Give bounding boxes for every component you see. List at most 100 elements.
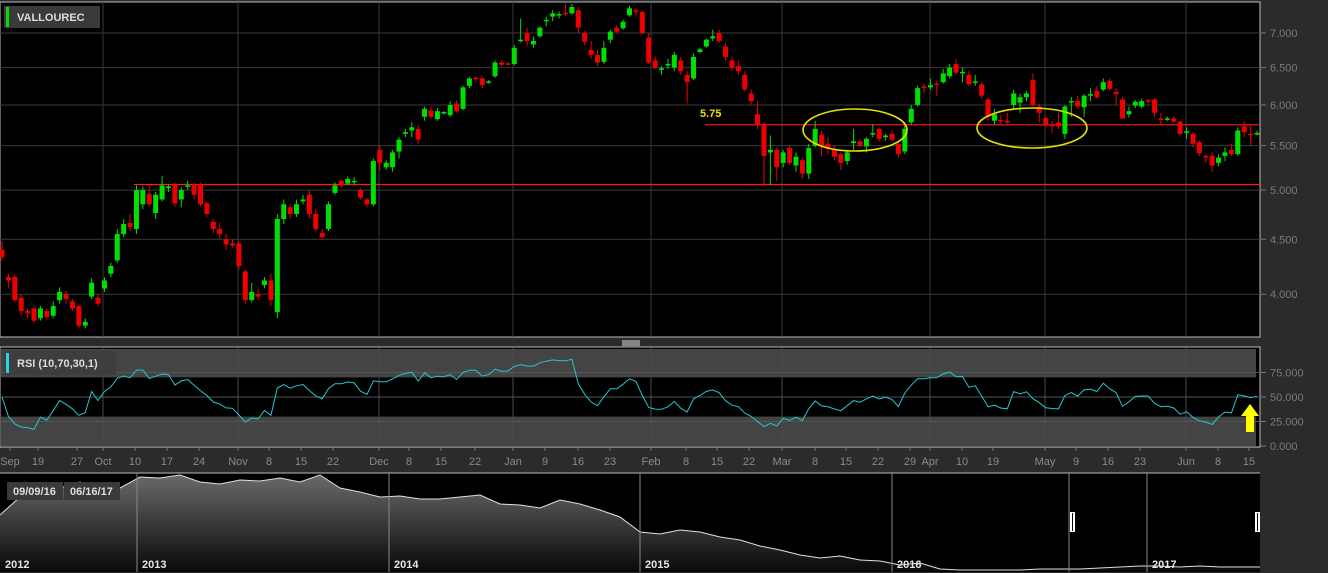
candle-body (908, 108, 914, 123)
candle-body (966, 74, 972, 85)
candle-body (1017, 97, 1023, 103)
date-axis-label: Oct (94, 456, 111, 468)
candle-body (146, 193, 152, 205)
candle-body (1164, 118, 1170, 120)
candle-body (1075, 101, 1081, 107)
date-axis-label: 15 (1243, 456, 1255, 468)
price-axis-label: 4.500 (1270, 234, 1298, 246)
candle-body (396, 139, 402, 152)
candle-up (703, 38, 709, 48)
navigator-year-label: 2013 (142, 559, 166, 571)
candle-body (204, 203, 210, 215)
rsi-panel[interactable]: RSI (10,70,30,1) (0, 346, 1261, 448)
navigator-year-label: 2017 (1152, 559, 1176, 571)
candle-body (101, 280, 107, 289)
range-end-text: 06/16/17 (70, 486, 113, 498)
symbol-color-marker (6, 7, 9, 27)
candle-body (518, 39, 524, 42)
candle-body (1056, 122, 1062, 127)
date-axis-label: Feb (642, 456, 661, 468)
candle-body (934, 83, 940, 86)
candle-body (703, 39, 709, 47)
candle-body (191, 184, 197, 195)
candle-body (1177, 121, 1183, 134)
candle-body (114, 234, 120, 261)
candle-down (242, 269, 248, 304)
candle-body (915, 88, 921, 105)
candle-body (441, 111, 447, 114)
candle-body (806, 148, 812, 174)
candle-body (678, 60, 684, 72)
date-axis-label: 16 (1102, 456, 1114, 468)
candle-body (466, 78, 472, 86)
date-axis-label: 23 (1134, 456, 1146, 468)
candle-body (44, 310, 50, 317)
candle-body (684, 74, 690, 83)
price-axis-label: 4.000 (1270, 289, 1298, 301)
candle-down (12, 274, 18, 303)
date-axis-label: Jun (1177, 456, 1195, 468)
candle-up (1062, 104, 1068, 139)
candle-body (575, 10, 581, 28)
candle-body (185, 185, 191, 187)
candle-up (274, 214, 280, 319)
candle-body (972, 81, 978, 83)
date-axis-label: 9 (1073, 456, 1079, 468)
candle-body (69, 301, 75, 309)
date-axis-label: 17 (161, 456, 173, 468)
candle-body (646, 37, 652, 63)
candle-body (1023, 93, 1029, 98)
candle-body (511, 47, 517, 64)
candle-body (1049, 124, 1055, 127)
candle-body (422, 108, 428, 117)
symbol-label: VALLOUREC (4, 6, 100, 28)
overbought-zone (1, 349, 1256, 378)
candle-body (242, 271, 248, 301)
candle-body (1254, 133, 1260, 135)
candle-body (1011, 93, 1017, 105)
navigator-right-handle[interactable] (1255, 512, 1260, 532)
candle-up (1235, 127, 1241, 156)
candle-body (659, 68, 665, 70)
candle-body (562, 12, 568, 15)
candle-body (37, 308, 43, 319)
price-plot-area[interactable] (0, 1, 1261, 338)
navigator[interactable]: 2012 2013 2014 2015 2016 2017 09/09/16 06/16/… (0, 472, 1260, 572)
rsi-label: RSI (10,70,30,1) (4, 351, 116, 375)
candle-body (165, 186, 171, 189)
candle-body (262, 280, 268, 286)
date-axis-label: 22 (743, 456, 755, 468)
date-axis-label: 10 (129, 456, 141, 468)
candle-body (857, 141, 863, 146)
navigator-year-label: 2012 (5, 559, 29, 571)
candle-body (1216, 157, 1222, 163)
date-axis-label: 8 (266, 456, 272, 468)
candle-body (1088, 94, 1094, 96)
candle-body (454, 103, 460, 112)
candle-down (197, 182, 203, 207)
candle-body (697, 49, 703, 53)
candle-body (979, 84, 985, 96)
date-axis-label: 27 (71, 456, 83, 468)
candle-body (998, 119, 1004, 122)
candle-body (1062, 106, 1068, 134)
candle-body (287, 207, 293, 215)
candle-body (1120, 99, 1126, 119)
candle-body (274, 218, 280, 313)
date-axis-label: 8 (1215, 456, 1221, 468)
price-panel[interactable]: 5.75 VALLOUREC (0, 1, 1261, 338)
pane-resize-handle[interactable] (622, 340, 640, 346)
candle-body (1094, 91, 1100, 98)
candle-body (1107, 80, 1113, 89)
candle-body (627, 8, 632, 16)
candle-body (723, 46, 729, 57)
candle-down (787, 145, 793, 165)
candle-body (255, 294, 261, 297)
candle-body (665, 63, 671, 66)
candle-body (710, 36, 716, 39)
candle-body (415, 128, 421, 140)
navigator-left-handle[interactable] (1070, 512, 1075, 532)
date-axis-label: 22 (872, 456, 884, 468)
candle-body (569, 7, 575, 14)
date-axis-label: 23 (604, 456, 616, 468)
